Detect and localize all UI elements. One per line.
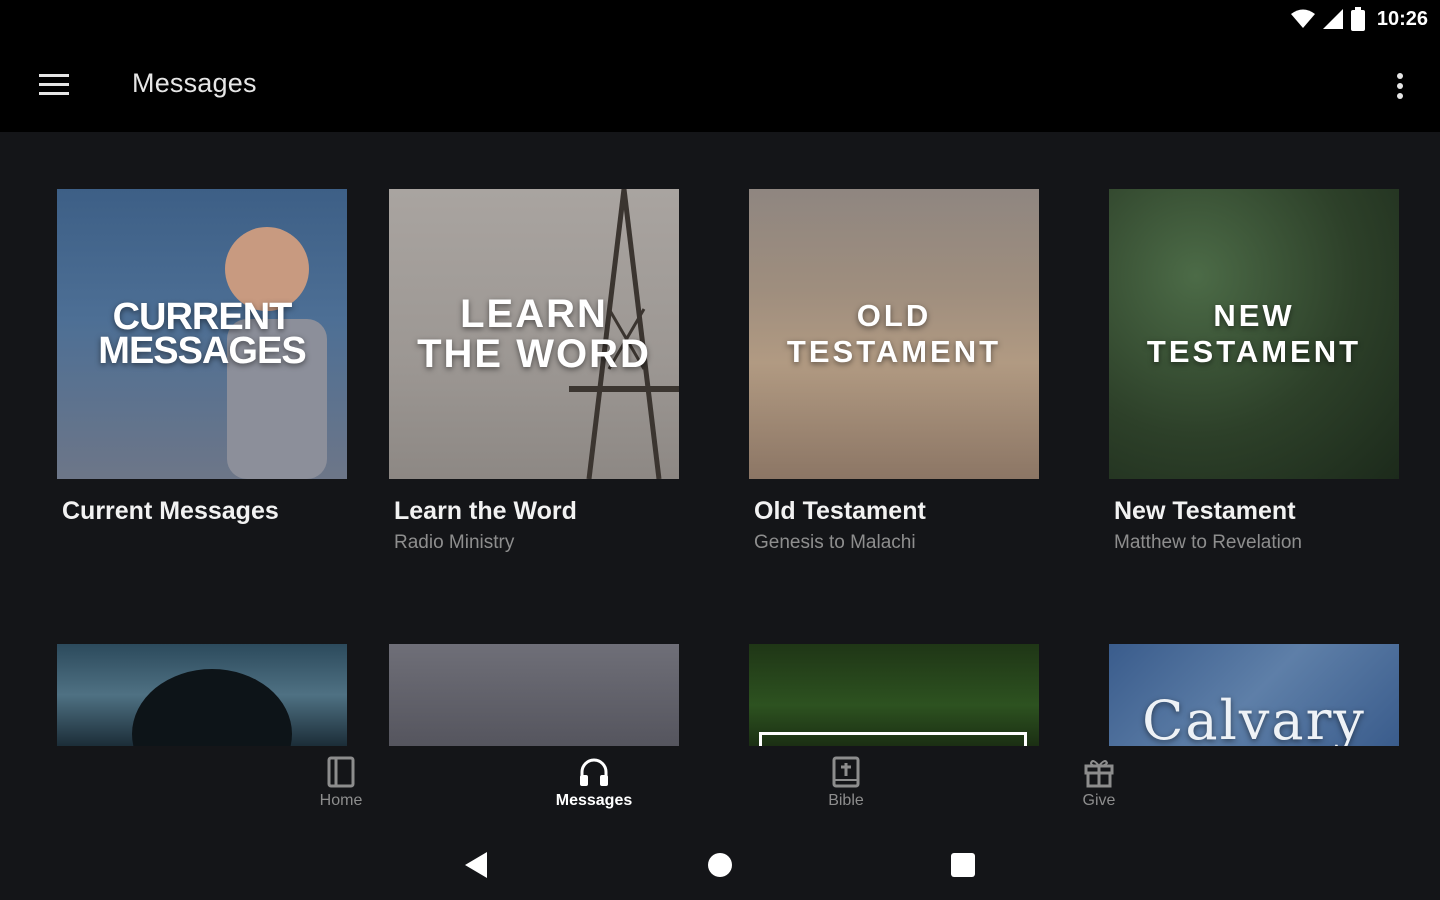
card-thumbnail: CURRENT MESSAGES	[57, 189, 347, 479]
person-silhouette	[132, 669, 292, 746]
card-thumbnail: NEW TESTAMENT	[1109, 189, 1399, 479]
card-learn-the-word[interactable]: LEARN THE WORD Learn the Word Radio Mini…	[389, 189, 679, 554]
bottom-navigation: Home Messages Bible Give	[0, 746, 1440, 830]
status-clock: 10:26	[1376, 7, 1428, 30]
nav-bible[interactable]: Bible	[786, 756, 906, 810]
card-title: Learn the Word	[394, 497, 577, 525]
status-icons: 10:26	[1290, 6, 1428, 32]
menu-button[interactable]	[24, 62, 84, 108]
card-image-text: CURRENT MESSAGES	[98, 296, 306, 372]
card-thumbnail	[389, 644, 679, 746]
message-categories-grid: CURRENT MESSAGES Current Messages LEARN …	[0, 132, 1440, 746]
gift-icon	[1084, 760, 1114, 788]
card-thumbnail	[57, 644, 347, 746]
nav-label: Home	[319, 792, 363, 809]
back-triangle-icon	[465, 852, 487, 878]
battery-icon	[1350, 7, 1365, 31]
system-recents-button[interactable]	[943, 848, 983, 882]
recents-square-icon	[951, 853, 975, 877]
nav-label: Messages	[555, 792, 633, 809]
nav-home[interactable]: Home	[281, 756, 401, 810]
nav-give[interactable]: Give	[1039, 756, 1159, 810]
hamburger-menu-icon	[39, 74, 69, 95]
system-back-button[interactable]	[456, 848, 496, 882]
card-image-text: NEW TESTAMENT	[1146, 298, 1362, 369]
card-thumbnail	[749, 644, 1039, 746]
card-title: New Testament	[1114, 497, 1296, 525]
card-subtitle: Genesis to Malachi	[754, 532, 916, 553]
card-new-testament[interactable]: NEW TESTAMENT New Testament Matthew to R…	[1109, 189, 1399, 554]
card-image-text: LEARN THE WORD	[417, 292, 651, 376]
nav-messages[interactable]: Messages	[534, 756, 654, 810]
nav-label: Give	[1082, 792, 1116, 809]
system-home-button[interactable]	[700, 848, 740, 882]
status-bar: 10:26	[0, 0, 1440, 40]
overflow-menu-button[interactable]	[1382, 64, 1418, 108]
card-title: Current Messages	[62, 497, 279, 525]
card-row2-4[interactable]: Calvary	[1109, 644, 1399, 746]
bible-icon	[832, 756, 860, 788]
cell-signal-icon	[1322, 9, 1343, 29]
headphones-icon	[580, 758, 608, 786]
card-row2-3[interactable]	[749, 644, 1039, 746]
card-row2-1[interactable]	[57, 644, 347, 746]
app-bar: Messages	[0, 40, 1440, 132]
card-image-text: Calvary	[1142, 689, 1366, 746]
card-thumbnail: Calvary	[1109, 644, 1399, 746]
card-current-messages[interactable]: CURRENT MESSAGES Current Messages	[57, 189, 347, 526]
more-vertical-icon	[1397, 73, 1403, 99]
card-thumbnail: LEARN THE WORD	[389, 189, 679, 479]
card-image-text: OLD TESTAMENT	[786, 298, 1002, 369]
frame-graphic	[759, 732, 1027, 746]
home-circle-icon	[708, 853, 732, 877]
page-title: Messages	[132, 68, 257, 98]
card-thumbnail: OLD TESTAMENT	[749, 189, 1039, 479]
wifi-icon	[1290, 9, 1315, 28]
card-subtitle: Radio Ministry	[394, 532, 515, 553]
system-navigation-bar	[0, 830, 1440, 900]
nav-label: Bible	[828, 792, 864, 809]
card-old-testament[interactable]: OLD TESTAMENT Old Testament Genesis to M…	[749, 189, 1039, 554]
book-icon	[327, 756, 355, 788]
card-title: Old Testament	[754, 497, 926, 525]
card-subtitle: Matthew to Revelation	[1114, 532, 1302, 553]
card-row2-2[interactable]	[389, 644, 679, 746]
